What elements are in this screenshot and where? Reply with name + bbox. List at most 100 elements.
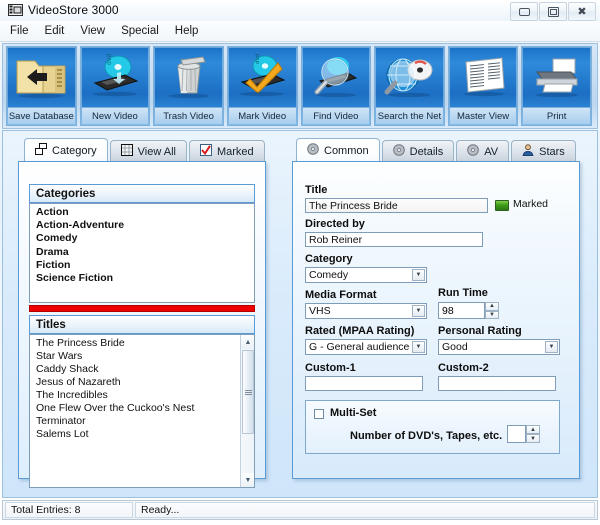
disc-icon [467,144,479,159]
trash-can-icon [155,47,223,105]
toolbar-button-save-database[interactable]: Save Database [6,46,77,126]
menu-item-help[interactable]: Help [175,25,199,37]
right-panel: Title The Princess Bride Marked Directed… [292,161,580,479]
menu-bar: File Edit View Special Help [0,21,600,42]
tab-common[interactable]: Common [296,138,380,162]
list-item[interactable]: Science Fiction [30,272,254,285]
grid-icon [121,144,133,159]
toolbar-button-label: Save Database [8,107,75,124]
list-item[interactable]: Action-Adventure [30,219,254,232]
minimize-button[interactable] [510,2,538,21]
run-time-value: 98 [442,305,454,317]
svg-text:dvd: dvd [106,54,113,65]
right-tab-strip: Common Details AV [296,138,578,162]
tab-details[interactable]: Details [382,140,455,162]
list-item[interactable]: One Flew Over the Cuckoo's Nest [30,402,254,415]
toolbar-button-master-view[interactable]: Master View [448,46,519,126]
list-item[interactable]: The Princess Bride [30,337,254,350]
stepper-down-icon[interactable]: ▼ [485,311,499,320]
multiset-count-label: Number of DVD's, Tapes, etc. [350,430,502,442]
category-combobox[interactable]: Comedy ▼ [305,267,427,283]
toolbar-button-trash-video[interactable]: Trash Video [153,46,224,126]
list-item[interactable]: Caddy Shack [30,363,254,376]
toolbar-button-label: New Video [82,107,149,124]
tab-stars[interactable]: Stars [511,140,576,162]
status-total-entries: Total Entries: 8 [5,502,133,518]
personal-rating-label: Personal Rating [438,325,522,337]
chevron-down-icon[interactable]: ▼ [545,341,558,353]
multiset-label: Multi-Set [330,407,376,419]
title-input[interactable]: The Princess Bride [305,198,488,213]
check-dvd-tape-icon: dvd [228,47,296,105]
custom2-input[interactable] [438,376,556,391]
run-time-stepper[interactable]: ▲ ▼ [485,302,499,319]
menu-item-view[interactable]: View [80,25,105,37]
stepper-down-icon[interactable]: ▼ [526,434,540,443]
tab-marked[interactable]: Marked [189,140,265,162]
list-item[interactable]: The Incredibles [30,389,254,402]
left-tab-strip: Category View All Marked [24,138,267,162]
list-item[interactable]: Star Wars [30,350,254,363]
close-button[interactable]: ✖ [568,2,596,21]
titles-header: Titles [29,315,255,334]
toolbar-button-label: Find Video [303,107,370,124]
stepper-up-icon[interactable]: ▲ [526,425,540,434]
personal-rating-combobox[interactable]: Good ▼ [438,339,560,355]
chevron-down-icon[interactable]: ▼ [412,305,425,317]
svg-text:dvd: dvd [255,54,261,64]
custom1-input[interactable] [305,376,423,391]
multiset-checkbox[interactable] [314,409,324,419]
list-item[interactable]: Fiction [30,259,254,272]
maximize-button[interactable] [539,2,567,21]
menu-item-file[interactable]: File [10,25,29,37]
run-time-label: Run Time [438,287,488,299]
scroll-up-icon[interactable]: ▲ [241,335,255,349]
menu-item-special[interactable]: Special [121,25,159,37]
toolbar-button-label: Master View [450,107,517,124]
tab-view-all[interactable]: View All [110,140,187,162]
list-item[interactable]: Action [30,206,254,219]
category-icon [35,143,47,158]
chevron-down-icon[interactable]: ▼ [412,341,425,353]
menu-item-edit[interactable]: Edit [45,25,65,37]
titles-listbox[interactable]: The Princess Bride Star Wars Caddy Shack… [29,334,255,488]
toolbar-button-search-the-net[interactable]: Search the Net [374,46,445,126]
toolbar-button-mark-video[interactable]: dvd Mark Video [227,46,298,126]
application-window: VideoStore 3000 ✖ File Edit View Special… [0,0,600,525]
list-item[interactable]: Salems Lot [30,428,254,441]
window-title: VideoStore 3000 [28,3,119,17]
folder-save-icon [7,47,75,105]
toolbar-button-print[interactable]: Print [521,46,592,126]
run-time-input[interactable]: 98 ▲ ▼ [438,302,485,319]
multiset-count-input[interactable]: ▲ ▼ [507,425,526,443]
rated-combobox-value: G - General audience [309,341,409,353]
list-item[interactable]: Terminator [30,415,254,428]
status-bar: Total Entries: 8 Ready... [2,500,598,520]
list-item[interactable]: Drama [30,246,254,259]
list-item[interactable]: Comedy [30,232,254,245]
multiset-groupbox: Multi-Set Number of DVD's, Tapes, etc. ▲… [305,400,560,454]
rated-combobox[interactable]: G - General audience ▼ [305,339,427,355]
list-item[interactable]: Jesus of Nazareth [30,376,254,389]
scroll-down-icon[interactable]: ▼ [241,473,255,487]
tab-category[interactable]: Category [24,138,108,162]
categories-listbox[interactable]: Action Action-Adventure Comedy Drama Fic… [29,203,255,303]
toolbar-button-new-video[interactable]: dvd New Video [80,46,151,126]
tab-av[interactable]: AV [456,140,509,162]
multiset-count-stepper[interactable]: ▲ ▼ [526,425,540,443]
disc-icon [393,144,405,159]
left-panel: Categories Action Action-Adventure Comed… [18,161,266,479]
toolbar-button-find-video[interactable]: Find Video [301,46,372,126]
chevron-down-icon[interactable]: ▼ [412,269,425,281]
tab-label: View All [138,146,176,158]
media-format-combobox[interactable]: VHS ▼ [305,303,427,319]
category-label: Category [305,253,353,265]
titles-scrollbar[interactable]: ▲ ▼ [240,335,254,487]
scrollbar-thumb[interactable] [242,350,254,434]
toolbar-button-label: Mark Video [229,107,296,124]
title-label: Title [305,184,327,196]
stepper-up-icon[interactable]: ▲ [485,302,499,311]
directed-by-label: Directed by [305,218,365,230]
rated-label: Rated (MPAA Rating) [305,325,414,337]
directed-by-input[interactable]: Rob Reiner [305,232,483,247]
